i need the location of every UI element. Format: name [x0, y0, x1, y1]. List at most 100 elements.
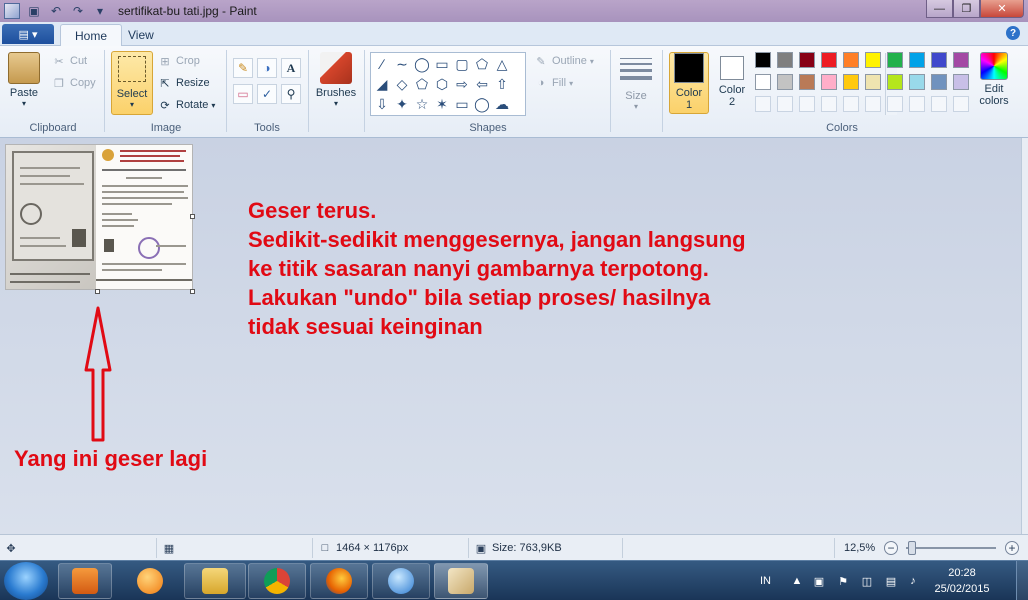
color2-selector[interactable]: Color 2: [712, 56, 752, 118]
show-desktop-button[interactable]: [1016, 561, 1028, 600]
palette-color-swatch[interactable]: [799, 74, 815, 90]
palette-color-swatch[interactable]: [887, 74, 903, 90]
rotate-button[interactable]: ⟳ Rotate ▾: [158, 96, 215, 114]
edit-colors-button[interactable]: Edit colors: [976, 52, 1012, 107]
help-icon[interactable]: ?: [1006, 26, 1020, 40]
cut-button[interactable]: ✂ Cut: [52, 52, 87, 70]
taskbar-browser-globe[interactable]: [372, 563, 430, 599]
palette-color-swatch[interactable]: [909, 74, 925, 90]
rounded-rectangle-shape-icon[interactable]: ▢: [453, 55, 471, 73]
right-arrow-shape-icon[interactable]: ⇨: [453, 75, 471, 93]
taskbar-chrome[interactable]: [248, 563, 306, 599]
palette-color-swatch[interactable]: [755, 74, 771, 90]
copy-button[interactable]: ❐ Copy: [52, 74, 96, 92]
paste-button[interactable]: Paste ▾: [8, 52, 40, 108]
resize-handle-right[interactable]: [190, 214, 195, 219]
tab-home[interactable]: Home: [60, 24, 123, 46]
four-point-star-shape-icon[interactable]: ✦: [393, 95, 411, 113]
palette-color-swatch[interactable]: [953, 74, 969, 90]
palette-color-swatch[interactable]: [821, 74, 837, 90]
rounded-callout-shape-icon[interactable]: ▭: [453, 95, 471, 113]
palette-color-swatch[interactable]: [865, 74, 881, 90]
zoom-slider-track[interactable]: [906, 547, 996, 549]
clock[interactable]: 20:28 25/02/2015: [924, 565, 1000, 597]
down-arrow-shape-icon[interactable]: ⇩: [373, 95, 391, 113]
pencil-icon[interactable]: ✎: [233, 58, 253, 78]
resize-handle-bottom[interactable]: [95, 289, 100, 294]
canvas-area[interactable]: Geser terus. Sedikit-sedikit menggeserny…: [0, 138, 1021, 534]
taskbar-paint[interactable]: [434, 563, 488, 599]
palette-color-swatch[interactable]: [953, 52, 969, 68]
palette-color-swatch[interactable]: [931, 74, 947, 90]
palette-custom-slot[interactable]: [755, 96, 771, 112]
cloud-callout-shape-icon[interactable]: ☁: [493, 95, 511, 113]
size-button[interactable]: Size ▾: [616, 54, 656, 111]
outline-button[interactable]: ✎ Outline ▾: [534, 52, 593, 70]
right-triangle-shape-icon[interactable]: ◢: [373, 75, 391, 93]
winrar-tray-icon[interactable]: ▣: [812, 574, 826, 588]
five-point-star-shape-icon[interactable]: ☆: [413, 95, 431, 113]
tray-app-icon[interactable]: ◫: [860, 574, 874, 588]
customize-quick-access-icon[interactable]: ▾: [92, 3, 108, 19]
palette-custom-slot[interactable]: [953, 96, 969, 112]
palette-color-swatch[interactable]: [777, 74, 793, 90]
palette-custom-slot[interactable]: [887, 96, 903, 112]
palette-color-swatch[interactable]: [843, 74, 859, 90]
fill-bucket-icon[interactable]: ◑: [257, 58, 277, 78]
hexagon-shape-icon[interactable]: ⬡: [433, 75, 451, 93]
zoom-out-button[interactable]: −: [884, 541, 898, 555]
brushes-button[interactable]: Brushes ▾: [314, 52, 358, 108]
palette-color-swatch[interactable]: [777, 52, 793, 68]
taskbar-media-player[interactable]: [58, 563, 112, 599]
palette-custom-slot[interactable]: [865, 96, 881, 112]
language-indicator[interactable]: IN: [760, 561, 771, 600]
select-button[interactable]: Select ▾: [111, 51, 153, 115]
show-hidden-icons[interactable]: ▲: [790, 574, 804, 588]
up-arrow-shape-icon[interactable]: ⇧: [493, 75, 511, 93]
left-arrow-shape-icon[interactable]: ⇦: [473, 75, 491, 93]
undo-icon[interactable]: ↶: [48, 3, 64, 19]
taskbar-firefox[interactable]: [310, 563, 368, 599]
file-menu-button[interactable]: ▤ ▾: [2, 24, 54, 44]
network-icon[interactable]: ▤: [884, 574, 898, 588]
eraser-icon[interactable]: ▭: [233, 84, 253, 104]
diamond-shape-icon[interactable]: ◇: [393, 75, 411, 93]
maximize-button[interactable]: ❐: [953, 0, 980, 18]
paint-app-icon[interactable]: [4, 3, 20, 19]
palette-color-swatch[interactable]: [865, 52, 881, 68]
palette-custom-slot[interactable]: [799, 96, 815, 112]
palette-color-swatch[interactable]: [887, 52, 903, 68]
palette-color-swatch[interactable]: [931, 52, 947, 68]
save-icon[interactable]: ▣: [26, 3, 42, 19]
color1-selector[interactable]: Color 1: [669, 52, 709, 114]
six-point-star-shape-icon[interactable]: ✶: [433, 95, 451, 113]
palette-custom-slot[interactable]: [843, 96, 859, 112]
volume-icon[interactable]: ♪: [906, 574, 920, 588]
line-shape-icon[interactable]: ∕: [373, 55, 391, 73]
shapes-gallery[interactable]: ∕ ∼ ◯ ▭ ▢ ⬠ △ ◢ ◇ ⬠ ⬡ ⇨ ⇦ ⇧ ⇩ ✦ ☆ ✶ ▭ ◯ …: [370, 52, 897, 116]
text-tool-icon[interactable]: A: [281, 58, 301, 78]
zoom-in-button[interactable]: +: [1005, 541, 1019, 555]
resize-button[interactable]: ⇱ Resize: [158, 74, 209, 92]
taskbar-explorer[interactable]: [184, 563, 246, 599]
pentagon-shape-icon[interactable]: ⬠: [413, 75, 431, 93]
start-button[interactable]: [4, 562, 48, 600]
tab-view[interactable]: View: [114, 24, 168, 46]
palette-custom-slot[interactable]: [931, 96, 947, 112]
action-center-flag-icon[interactable]: ⚑: [836, 574, 850, 588]
palette-custom-slot[interactable]: [909, 96, 925, 112]
palette-custom-slot[interactable]: [821, 96, 837, 112]
certificate-image[interactable]: [5, 144, 193, 290]
palette-color-swatch[interactable]: [821, 52, 837, 68]
palette-color-swatch[interactable]: [909, 52, 925, 68]
polygon-shape-icon[interactable]: ⬠: [473, 55, 491, 73]
vertical-scrollbar[interactable]: [1021, 138, 1028, 534]
color-picker-icon[interactable]: ✓: [257, 84, 277, 104]
palette-color-swatch[interactable]: [755, 52, 771, 68]
palette-color-swatch[interactable]: [799, 52, 815, 68]
triangle-shape-icon[interactable]: △: [493, 55, 511, 73]
taskbar-app-orange[interactable]: [120, 563, 180, 599]
curve-shape-icon[interactable]: ∼: [393, 55, 411, 73]
zoom-slider-thumb[interactable]: [908, 541, 916, 555]
redo-icon[interactable]: ↷: [70, 3, 86, 19]
